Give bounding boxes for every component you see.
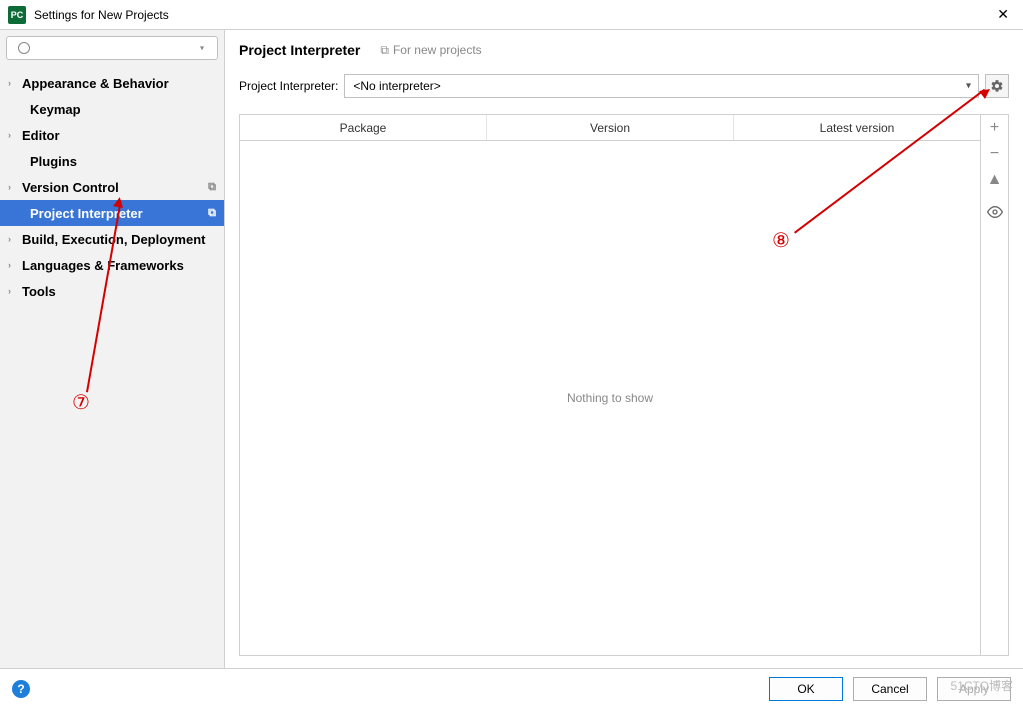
sidebar-item-tools[interactable]: › Tools [0, 278, 224, 304]
empty-state: Nothing to show [240, 141, 980, 655]
close-button[interactable]: ✕ [991, 4, 1015, 25]
help-button[interactable]: ? [12, 680, 30, 698]
chevron-right-icon: › [8, 182, 22, 192]
sidebar-item-keymap[interactable]: Keymap [0, 96, 224, 122]
column-package[interactable]: Package [240, 115, 487, 140]
eye-icon [987, 204, 1003, 220]
page-title: Project Interpreter [239, 42, 360, 58]
chevron-right-icon: › [8, 260, 22, 270]
arrow-7-head [113, 196, 125, 208]
chevron-right-icon: › [8, 130, 22, 140]
content-pane: Project Interpreter ⧉ For new projects P… [225, 30, 1023, 668]
chevron-right-icon: › [8, 234, 22, 244]
upgrade-package-button[interactable]: ▲ [981, 167, 1008, 193]
cancel-button[interactable]: Cancel [853, 677, 927, 701]
page-subtitle: ⧉ For new projects [380, 43, 481, 58]
sidebar-item-project-interpreter[interactable]: Project Interpreter ⧉ [0, 200, 224, 226]
remove-package-button[interactable]: − [981, 141, 1008, 167]
button-bar: ? OK Cancel Apply [0, 668, 1023, 708]
settings-tree: › Appearance & Behavior Keymap › Editor … [0, 66, 224, 668]
add-package-button[interactable]: + [981, 115, 1008, 141]
app-icon: PC [8, 6, 26, 24]
show-early-button[interactable] [981, 199, 1008, 225]
interpreter-select[interactable]: <No interpreter> [344, 74, 979, 98]
copy-icon: ⧉ [208, 181, 216, 194]
sidebar-item-version-control[interactable]: › Version Control ⧉ [0, 174, 224, 200]
interpreter-label: Project Interpreter: [239, 79, 338, 93]
chevron-right-icon: › [8, 286, 22, 296]
sidebar: › Appearance & Behavior Keymap › Editor … [0, 30, 225, 668]
titlebar: PC Settings for New Projects ✕ [0, 0, 1023, 30]
sidebar-item-editor[interactable]: › Editor [0, 122, 224, 148]
sidebar-item-appearance[interactable]: › Appearance & Behavior [0, 70, 224, 96]
ok-button[interactable]: OK [769, 677, 843, 701]
copy-icon: ⧉ [208, 207, 216, 220]
chevron-right-icon: › [8, 78, 22, 88]
window-title: Settings for New Projects [34, 8, 991, 22]
search-input[interactable] [6, 36, 218, 60]
copy-icon: ⧉ [380, 43, 389, 58]
packages-table: Package Version Latest version Nothing t… [239, 114, 1009, 656]
apply-button: Apply [937, 677, 1011, 701]
sidebar-item-plugins[interactable]: Plugins [0, 148, 224, 174]
column-version[interactable]: Version [487, 115, 734, 140]
